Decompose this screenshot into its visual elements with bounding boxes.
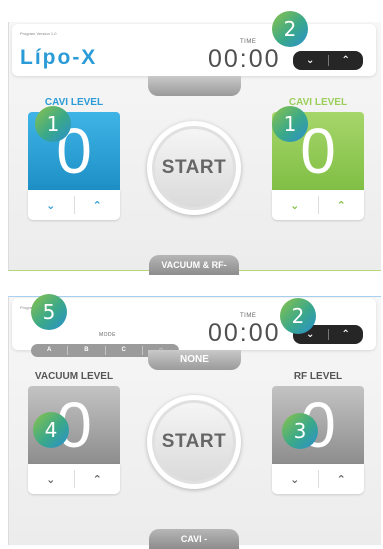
lipo-x-logo: Lípo-X	[20, 46, 98, 69]
vacuum-rf-panel: Program Version 1.0 MODE A B C ○ TIME 00…	[8, 294, 381, 549]
chevron-down-icon[interactable]: ⌄	[272, 473, 318, 486]
callout-badge-5: 5	[31, 294, 67, 330]
top-mode-tab[interactable]: NONE	[148, 350, 241, 370]
callout-badge-4: 4	[33, 412, 69, 448]
callout-badge-3: 3	[282, 413, 318, 449]
vacuum-level-label: VACUUM LEVEL	[34, 371, 114, 382]
right-cavi-stepper: ⌄ ⌃	[272, 190, 364, 220]
callout-badge-1-right: 1	[272, 106, 308, 142]
chevron-up-icon[interactable]: ⌃	[319, 473, 365, 486]
program-version: Program Version 1.0	[20, 31, 57, 36]
cavi-panel: Program Version 1.0 Lípo-X TIME 00:00 ⌄ …	[8, 11, 381, 275]
left-cavi-level-label: CAVI LEVEL	[44, 97, 104, 108]
chevron-up-icon[interactable]: ⌃	[329, 325, 364, 344]
start-button-face: START	[155, 403, 233, 481]
chevron-down-icon[interactable]: ⌄	[272, 199, 318, 212]
start-button-face: START	[155, 129, 233, 207]
chevron-up-icon[interactable]: ⌃	[75, 473, 121, 486]
top-mode-tab[interactable]	[148, 76, 241, 96]
start-label: START	[161, 431, 227, 452]
time-display: 00:00	[208, 45, 281, 73]
chevron-down-icon[interactable]: ⌄	[293, 51, 328, 70]
callout-badge-2: 2	[280, 298, 316, 334]
mode-c-button[interactable]: C	[106, 344, 142, 357]
time-display: 00:00	[208, 319, 281, 347]
mode-label: MODE	[99, 332, 116, 338]
left-cavi-stepper: ⌄ ⌃	[28, 190, 120, 220]
chevron-down-icon[interactable]: ⌄	[28, 199, 74, 212]
chevron-up-icon[interactable]: ⌃	[319, 199, 365, 212]
bottom-mode-tab[interactable]: CAVI -	[149, 529, 239, 549]
bottom-mode-tab[interactable]: VACUUM & RF-	[149, 255, 239, 275]
start-button[interactable]: START	[147, 395, 241, 489]
chevron-up-icon[interactable]: ⌃	[329, 51, 364, 70]
header-card: Program Version 1.0 MODE A B C ○ TIME 00…	[12, 298, 376, 357]
rf-level-stepper: ⌄ ⌃	[272, 464, 364, 494]
time-adjust-pill: ⌄ ⌃	[293, 51, 363, 70]
rf-level-label: RF LEVEL	[293, 371, 343, 382]
header-card: Program Version 1.0 Lípo-X TIME 00:00 ⌄ …	[12, 24, 376, 76]
start-label: START	[161, 157, 227, 178]
chevron-down-icon[interactable]: ⌄	[28, 473, 74, 486]
callout-badge-2: 2	[272, 11, 308, 47]
mode-a-button[interactable]: A	[31, 344, 67, 357]
callout-badge-1-left: 1	[35, 106, 71, 142]
start-button[interactable]: START	[147, 121, 241, 215]
mode-b-button[interactable]: B	[68, 344, 104, 357]
chevron-up-icon[interactable]: ⌃	[75, 199, 121, 212]
vacuum-level-stepper: ⌄ ⌃	[28, 464, 120, 494]
